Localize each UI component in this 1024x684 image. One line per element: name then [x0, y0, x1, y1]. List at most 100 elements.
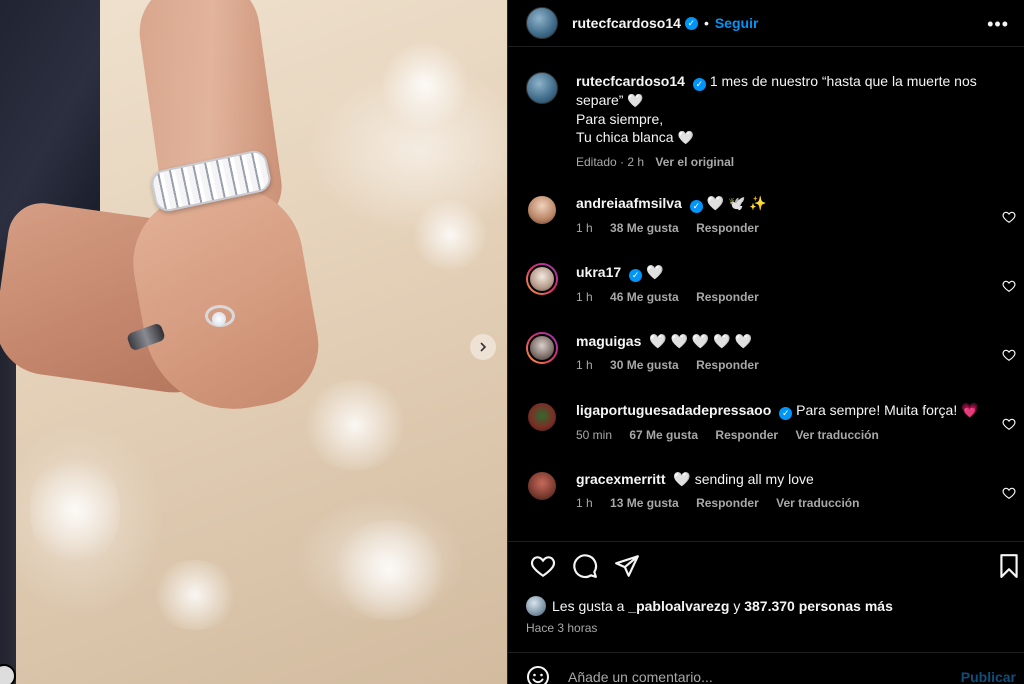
comment-like-button[interactable] [1002, 279, 1016, 293]
heart-icon [1002, 211, 1016, 223]
comment-username[interactable]: gracexmerritt [576, 471, 666, 487]
comment-translate-link[interactable]: Ver traducción [776, 496, 859, 510]
heart-icon [1002, 349, 1016, 361]
comment-like-button[interactable] [1002, 417, 1016, 431]
photo-lace-detail [380, 40, 470, 130]
comment-likes[interactable]: 38 Me gusta [610, 221, 679, 235]
post-photo[interactable] [0, 0, 507, 684]
photo-lace-detail [30, 450, 120, 570]
author-username[interactable]: rutecfcardoso14 [572, 15, 681, 31]
liker-avatar[interactable] [526, 596, 546, 616]
comments-list[interactable]: andreiaafmsilva ✓ 🤍 🕊️ ✨ 1 h 38 Me gusta … [508, 190, 1024, 535]
comment-item: gracexmerritt 🤍 sending all my love 1 h … [526, 470, 1016, 510]
photo-lace-detail [330, 520, 450, 620]
heart-icon [1002, 280, 1016, 292]
comment-translate-link[interactable]: Ver traducción [795, 428, 878, 442]
photo-lace-detail [150, 560, 240, 630]
verified-icon: ✓ [779, 407, 793, 420]
white-heart-emoji: 🤍 [677, 130, 694, 145]
likes-prefix: Les gusta a [552, 598, 625, 614]
comment-time[interactable]: 1 h [576, 221, 593, 235]
comment-avatar[interactable] [526, 401, 558, 433]
comment-icon [573, 554, 598, 579]
comment-username[interactable]: ligaportuguesadadepressaoo [576, 402, 771, 418]
edited-label: Editado · 2 h [576, 155, 645, 169]
comment-text: Para sempre! Muita força! 💗 [796, 402, 979, 418]
post-time-ago[interactable]: Hace 3 horas [526, 621, 597, 635]
heart-icon [1002, 487, 1016, 499]
comment-likes[interactable]: 67 Me gusta [629, 428, 698, 442]
post-caption: rutecfcardoso14 ✓ 1 mes de nuestro “hasta… [526, 72, 1016, 171]
comment-reply-button[interactable]: Responder [696, 358, 759, 372]
comment-text: 🤍 sending all my love [673, 471, 814, 487]
photo-lace-detail [410, 200, 490, 270]
comment-avatar[interactable] [526, 194, 558, 226]
comment-time[interactable]: 1 h [576, 496, 593, 510]
comment-likes[interactable]: 13 Me gusta [610, 496, 679, 510]
header-dot-separator: • [703, 15, 709, 31]
comment-button[interactable] [572, 553, 598, 579]
likes-count-link[interactable]: 387.370 personas más [744, 598, 893, 614]
more-icon[interactable]: ••• [987, 14, 1009, 35]
photo-ring-stone [212, 312, 226, 326]
comment-avatar[interactable] [526, 263, 558, 295]
photo-lace-detail [300, 380, 410, 470]
follow-button[interactable]: Seguir [715, 15, 759, 31]
comment-reply-button[interactable]: Responder [696, 221, 759, 235]
comment-input[interactable] [568, 669, 961, 684]
like-button[interactable] [530, 553, 556, 579]
comment-reply-button[interactable]: Responder [696, 290, 759, 304]
comment-username[interactable]: ukra17 [576, 264, 621, 280]
verified-icon: ✓ [684, 16, 698, 30]
comment-time[interactable]: 1 h [576, 358, 593, 372]
heart-icon [1002, 418, 1016, 430]
white-heart-emoji: 🤍 [627, 93, 644, 108]
actions-divider [508, 541, 1024, 542]
comment-item: andreiaafmsilva ✓ 🤍 🕊️ ✨ 1 h 38 Me gusta … [526, 194, 1016, 235]
comment-body: ukra17 ✓ 🤍 1 h 46 Me gusta Responder [576, 263, 1016, 304]
comment-body: maguigas 🤍 🤍 🤍 🤍 🤍 1 h 30 Me gusta Respo… [576, 332, 1016, 372]
comment-like-button[interactable] [1002, 348, 1016, 362]
post-side-panel: rutecfcardoso14 ✓ • Seguir ••• rutecfcar… [507, 0, 1024, 684]
carousel-next-button[interactable] [470, 334, 496, 360]
caption-author-avatar[interactable] [526, 72, 558, 104]
comment-reply-button[interactable]: Responder [696, 496, 759, 510]
comment-item: ukra17 ✓ 🤍 1 h 46 Me gusta Responder [526, 263, 1016, 304]
comment-text: 🤍 🤍 🤍 🤍 🤍 [649, 333, 752, 349]
caption-username[interactable]: rutecfcardoso14 [576, 73, 685, 89]
liker-username[interactable]: _pabloalvarezg [628, 598, 729, 614]
verified-icon: ✓ [692, 78, 706, 91]
comment-reply-button[interactable]: Responder [715, 428, 778, 442]
save-button[interactable] [996, 553, 1022, 579]
caption-text-line3: Tu chica blanca [576, 129, 674, 145]
comment-username[interactable]: maguigas [576, 333, 641, 349]
post-header: rutecfcardoso14 ✓ • Seguir ••• [508, 0, 1024, 46]
comment-composer: Publicar [526, 664, 1016, 684]
comment-like-button[interactable] [1002, 486, 1016, 500]
author-avatar[interactable] [526, 7, 558, 39]
comment-item: ligaportuguesadadepressaoo ✓ Para sempre!… [526, 401, 1016, 442]
instagram-post-view: rutecfcardoso14 ✓ • Seguir ••• rutecfcar… [0, 0, 1024, 684]
comment-item: maguigas 🤍 🤍 🤍 🤍 🤍 1 h 30 Me gusta Respo… [526, 332, 1016, 372]
emoji-icon [527, 666, 549, 684]
comment-time[interactable]: 1 h [576, 290, 593, 304]
comment-likes[interactable]: 46 Me gusta [610, 290, 679, 304]
emoji-picker-button[interactable] [526, 665, 550, 684]
comment-username[interactable]: andreiaafmsilva [576, 195, 682, 211]
header-divider [508, 46, 1024, 47]
comment-likes[interactable]: 30 Me gusta [610, 358, 679, 372]
verified-icon: ✓ [689, 200, 703, 213]
caption-body: rutecfcardoso14 ✓ 1 mes de nuestro “hasta… [576, 72, 1016, 171]
caption-meta: Editado · 2 h Ver el original [576, 153, 1016, 171]
share-icon [615, 555, 639, 577]
share-button[interactable] [614, 553, 640, 579]
publish-button[interactable]: Publicar [961, 669, 1016, 684]
bookmark-icon [1000, 554, 1018, 578]
comment-body: ligaportuguesadadepressaoo ✓ Para sempre!… [576, 401, 1016, 442]
comment-avatar[interactable] [526, 470, 558, 502]
comment-time[interactable]: 50 min [576, 428, 612, 442]
comment-like-button[interactable] [1002, 210, 1016, 224]
see-original-link[interactable]: Ver el original [655, 155, 734, 169]
likes-summary: Les gusta a _pabloalvarezg y 387.370 per… [526, 596, 893, 616]
comment-avatar[interactable] [526, 332, 558, 364]
